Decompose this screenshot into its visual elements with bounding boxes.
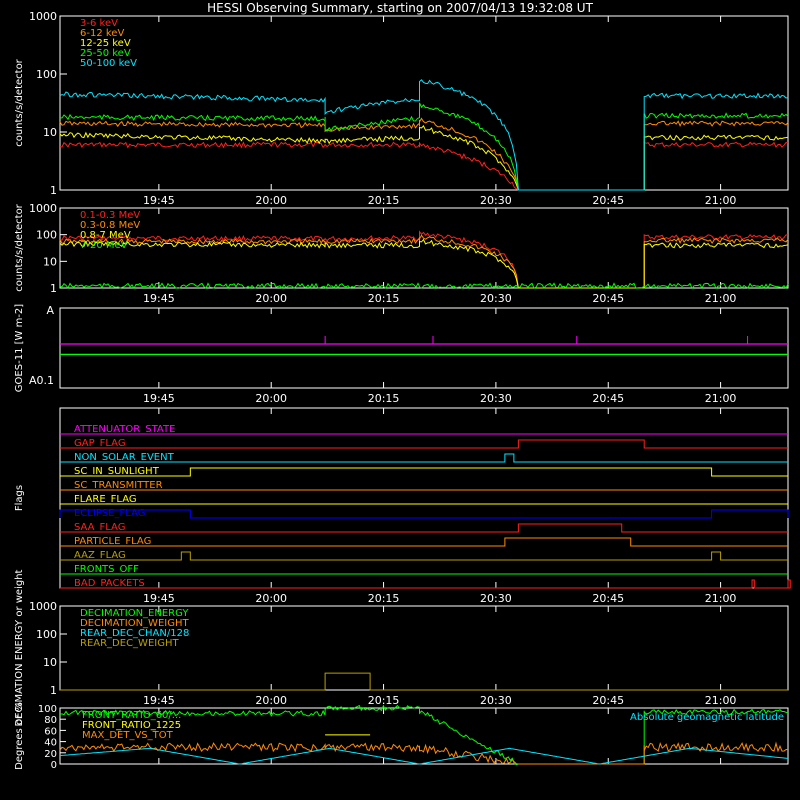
panel-frame-flags (59, 407, 789, 589)
x-tick-label-flags: 19:45 (143, 592, 175, 605)
flag-label-flare_flag: FLARE_FLAG (74, 494, 137, 505)
y-tick-label-decimation: 10 (43, 656, 57, 669)
panel-frame-lightcurves (59, 15, 789, 191)
x-tick-label-flags: 20:15 (368, 592, 400, 605)
flag-line-aaz_flag (60, 551, 788, 561)
series-line-max-det-vs-tot (59, 741, 789, 765)
x-tick-label-gamma: 19:45 (143, 292, 175, 305)
y-axis-label-goes: GOES-11 [W m-2] (14, 304, 25, 392)
y-tick-label-goes: A0.1 (29, 374, 54, 387)
y-tick-label-decimation: 1000 (29, 600, 57, 613)
flag-label-aaz_flag: AAZ_FLAG (74, 550, 126, 561)
y-axis-label-gamma: counts/s/detector (14, 203, 25, 291)
x-tick-label-gamma: 20:15 (368, 292, 400, 305)
y-tick-label-ratios: 60 (44, 726, 57, 737)
x-tick-label-goes: 20:15 (368, 392, 400, 405)
y-tick-label-lightcurves: 10 (43, 126, 57, 139)
x-tick-label-lightcurves: 20:45 (592, 194, 624, 207)
flag-line-eclipse_flag (59, 509, 789, 519)
legend-entry-gamma: 7-20 MeV (80, 240, 128, 251)
y-axis-label-ratios: Degrees or % (14, 702, 25, 770)
y-tick-label-ratios: 40 (44, 738, 57, 749)
x-tick-label-flags: 21:00 (705, 592, 737, 605)
y-tick-label-lightcurves: 100 (36, 68, 57, 81)
series-line-6-12 keV (59, 117, 789, 191)
y-tick-label-ratios: 80 (44, 715, 57, 726)
x-tick-label-goes: 20:00 (255, 392, 287, 405)
x-tick-label-lightcurves: 20:30 (480, 194, 512, 207)
y-tick-label-lightcurves: 1 (50, 184, 57, 197)
y-axis-label-flags: Flags (14, 485, 25, 511)
y-tick-label-gamma: 1000 (29, 202, 57, 215)
series-line-3-6 keV (59, 141, 788, 191)
y-tick-label-ratios: 20 (44, 749, 57, 760)
flag-label-sc_in_sunlight: SC_IN_SUNLIGHT (74, 466, 160, 477)
flag-label-particle_flag: PARTICLE_FLAG (74, 536, 151, 547)
x-tick-label-lightcurves: 20:15 (368, 194, 400, 207)
flag-label-bad_packets: BAD_PACKETS (74, 578, 145, 589)
annotation-geomagnetic-latitude: Absolute geomagnetic latitude (630, 712, 784, 723)
x-tick-label-decimation: 20:30 (480, 694, 512, 707)
x-tick-label-flags: 20:30 (480, 592, 512, 605)
flag-line-bad_packets (60, 579, 791, 589)
flag-label-non_solar_event: NON_SOLAR_EVENT (74, 452, 175, 463)
legend-entry-lightcurves: 50-100 keV (80, 58, 137, 69)
y-tick-label-decimation: 100 (36, 628, 57, 641)
flag-label-fronts_off: FRONTS_OFF (74, 564, 139, 575)
x-tick-label-lightcurves: 20:00 (255, 194, 287, 207)
series-line-REAR_DEC_WEIGHT (60, 672, 788, 691)
x-tick-label-lightcurves: 21:00 (705, 194, 737, 207)
flag-label-sc_transmitter: SC_TRANSMITTER (74, 480, 163, 491)
series-line-12-25 keV (59, 125, 789, 191)
observing-summary-figure: HESSI Observing Summary, starting on 200… (14, 1, 791, 771)
series-line-50-100 keV (59, 79, 789, 191)
x-tick-label-goes: 19:45 (143, 392, 175, 405)
x-tick-label-decimation: 20:00 (255, 694, 287, 707)
flag-line-saa_flag (60, 523, 788, 533)
flag-label-gap_flag: GAP_FLAG (74, 438, 126, 449)
y-tick-label-gamma: 100 (36, 229, 57, 242)
x-tick-label-decimation: 21:00 (705, 694, 737, 707)
panel-frame-goes (59, 307, 789, 389)
flag-line-sc_in_sunlight (60, 467, 788, 477)
series-line-0.8-7 MeV (59, 238, 789, 289)
hessi-summary-page: HESSI Observing Summary, starting on 200… (0, 0, 800, 800)
legend-entry-ratios: MAX_DET_VS_TOT (82, 730, 174, 741)
flag-line-particle_flag (60, 537, 788, 547)
y-tick-label-gamma: 1 (50, 282, 57, 295)
panel-frame-gamma (59, 207, 789, 289)
y-tick-label-ratios: 0 (51, 760, 57, 771)
y-tick-label-decimation: 1 (50, 684, 57, 697)
legend-entry-decimation: REAR_DEC_WEIGHT (80, 638, 179, 649)
x-tick-label-lightcurves: 19:45 (143, 194, 175, 207)
y-tick-label-ratios: 100 (38, 704, 57, 715)
x-tick-label-flags: 20:00 (255, 592, 287, 605)
y-tick-label-lightcurves: 1000 (29, 10, 57, 23)
x-tick-label-flags: 20:45 (592, 592, 624, 605)
x-tick-label-goes: 21:00 (705, 392, 737, 405)
figure-title: HESSI Observing Summary, starting on 200… (207, 1, 593, 15)
y-tick-label-goes: A (46, 304, 54, 317)
flag-line-gap_flag (60, 439, 788, 449)
flag-label-attenuator_state: ATTENUATOR_STATE (74, 424, 175, 435)
x-tick-label-gamma: 20:00 (255, 292, 287, 305)
x-tick-label-decimation: 20:45 (592, 694, 624, 707)
x-tick-label-decimation: 19:45 (143, 694, 175, 707)
x-tick-label-gamma: 20:30 (480, 292, 512, 305)
x-tick-label-gamma: 20:45 (592, 292, 624, 305)
y-tick-label-gamma: 10 (43, 255, 57, 268)
x-tick-label-gamma: 21:00 (705, 292, 737, 305)
x-tick-label-goes: 20:45 (592, 392, 624, 405)
flag-label-saa_flag: SAA_FLAG (74, 522, 125, 533)
x-tick-label-goes: 20:30 (480, 392, 512, 405)
y-axis-label-lightcurves: counts/s/detector (14, 58, 25, 146)
